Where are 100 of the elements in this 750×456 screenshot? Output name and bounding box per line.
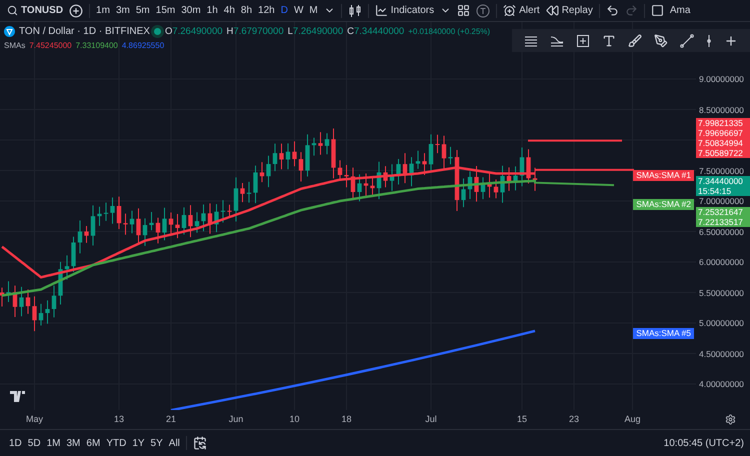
date-label: Jul bbox=[425, 414, 437, 424]
study-name: SMAs bbox=[4, 41, 26, 50]
candlestick bbox=[279, 143, 284, 170]
price-label: 7.50000000 bbox=[699, 166, 744, 176]
candlestick bbox=[494, 179, 498, 199]
candlestick bbox=[442, 135, 446, 170]
calendar-icon[interactable] bbox=[192, 436, 207, 450]
square-icon[interactable] bbox=[650, 4, 664, 17]
candlestick bbox=[104, 202, 108, 222]
candlestick bbox=[26, 289, 30, 314]
price-tag: 7.22133517 bbox=[696, 217, 750, 227]
candlestick bbox=[416, 150, 420, 170]
circle-letter-icon[interactable] bbox=[476, 4, 490, 18]
price-label: 6.00000000 bbox=[699, 257, 744, 267]
candlestick bbox=[272, 143, 278, 172]
price-label: 7.00000000 bbox=[699, 196, 744, 206]
replay-button[interactable]: Replay bbox=[542, 2, 596, 19]
interval-button[interactable]: D bbox=[278, 3, 291, 18]
interval-button[interactable]: 1h bbox=[204, 3, 221, 18]
candlestick bbox=[110, 197, 115, 224]
price-tag: 7.50834994 bbox=[696, 138, 750, 148]
range-button[interactable]: All bbox=[166, 436, 183, 450]
candlestick bbox=[266, 155, 271, 188]
candlestick bbox=[142, 218, 148, 246]
candlestick bbox=[188, 204, 193, 238]
account-button[interactable]: Ama bbox=[666, 3, 694, 18]
candlestick bbox=[162, 207, 167, 241]
interval-button[interactable]: 8h bbox=[238, 3, 256, 18]
range-button[interactable]: 1D bbox=[6, 436, 25, 450]
study-value: 7.33109400 bbox=[76, 41, 118, 50]
candlestick bbox=[116, 196, 122, 230]
undo-icon[interactable] bbox=[606, 4, 619, 17]
date-label: May bbox=[26, 414, 43, 424]
interval-button[interactable]: 30m bbox=[178, 3, 204, 18]
candlestick bbox=[182, 206, 186, 236]
series-label: SMAs:SMA #5 bbox=[633, 328, 694, 339]
price-label: 8.50000000 bbox=[699, 104, 744, 114]
date-label: Jun bbox=[228, 414, 244, 424]
candlestick bbox=[214, 204, 219, 233]
clock-text: 10:05:45 (UTC+2) bbox=[664, 438, 744, 448]
range-button[interactable]: YTD bbox=[103, 436, 130, 450]
market-open-icon bbox=[154, 28, 161, 35]
date-label: 15 bbox=[517, 414, 527, 424]
candlestick bbox=[0, 287, 4, 308]
line-segment-icon[interactable] bbox=[677, 32, 697, 50]
candlestick bbox=[344, 164, 349, 188]
candlestick bbox=[474, 165, 479, 202]
candlestick bbox=[487, 172, 492, 198]
price-tag: 7.50589722 bbox=[696, 148, 750, 158]
candlestick bbox=[149, 211, 154, 231]
ohlc-value: C7.34440000 bbox=[347, 26, 404, 37]
price-tag: 7.99821335 bbox=[696, 118, 750, 128]
price-change: +0.01840000 (+0.25%) bbox=[408, 27, 490, 36]
candlestick bbox=[208, 202, 212, 234]
grid-icon[interactable] bbox=[457, 4, 470, 17]
interval-button[interactable]: W bbox=[290, 3, 306, 18]
interval-button[interactable]: M bbox=[306, 3, 321, 18]
candlestick bbox=[220, 200, 226, 224]
interval-button[interactable]: 15m bbox=[152, 3, 178, 18]
candlestick bbox=[513, 166, 518, 191]
date-label: 21 bbox=[166, 414, 176, 424]
interval-button[interactable]: 12h bbox=[255, 3, 278, 18]
candlestick bbox=[78, 220, 82, 254]
candlestick bbox=[532, 167, 538, 192]
range-button[interactable]: 6M bbox=[83, 436, 104, 450]
interval-button[interactable]: 5m bbox=[132, 3, 153, 18]
candlestick bbox=[123, 213, 128, 236]
interval-button[interactable]: 3m bbox=[112, 3, 133, 18]
candlestick bbox=[234, 176, 238, 222]
range-button[interactable]: 1M bbox=[44, 436, 64, 450]
candlestick bbox=[428, 134, 434, 174]
symbol-search[interactable]: TONUSD bbox=[4, 3, 66, 18]
date-label: 23 bbox=[569, 414, 579, 424]
indicators-button[interactable]: Indicators bbox=[372, 2, 438, 19]
price-label: 4.50000000 bbox=[699, 348, 744, 358]
candlestick bbox=[454, 149, 460, 212]
candlestick bbox=[136, 208, 141, 244]
candlestick bbox=[292, 140, 297, 167]
interval-button[interactable]: 1m bbox=[93, 3, 113, 18]
candlestick-icon[interactable] bbox=[348, 4, 362, 18]
candlestick bbox=[312, 137, 316, 156]
range-button[interactable]: 5D bbox=[24, 436, 44, 450]
range-button[interactable]: 1Y bbox=[129, 436, 148, 450]
candlestick bbox=[422, 152, 427, 176]
interval-button[interactable]: 4h bbox=[220, 3, 238, 18]
range-button[interactable]: 3M bbox=[64, 436, 84, 450]
candlestick bbox=[435, 134, 440, 154]
price-label: 4.00000000 bbox=[699, 379, 744, 389]
range-button[interactable]: 5Y bbox=[148, 436, 166, 450]
ohlc-value: H7.67970000 bbox=[226, 26, 284, 37]
price-label: 5.00000000 bbox=[699, 318, 744, 328]
candlestick bbox=[324, 132, 330, 155]
candlestick bbox=[390, 164, 394, 192]
add-icon[interactable] bbox=[69, 4, 84, 18]
alert-button[interactable]: Alert bbox=[500, 2, 543, 19]
candlestick bbox=[506, 166, 512, 192]
candlestick bbox=[298, 152, 304, 182]
candlestick bbox=[409, 156, 414, 187]
candlestick bbox=[201, 204, 206, 232]
settings-icon[interactable] bbox=[725, 414, 736, 425]
